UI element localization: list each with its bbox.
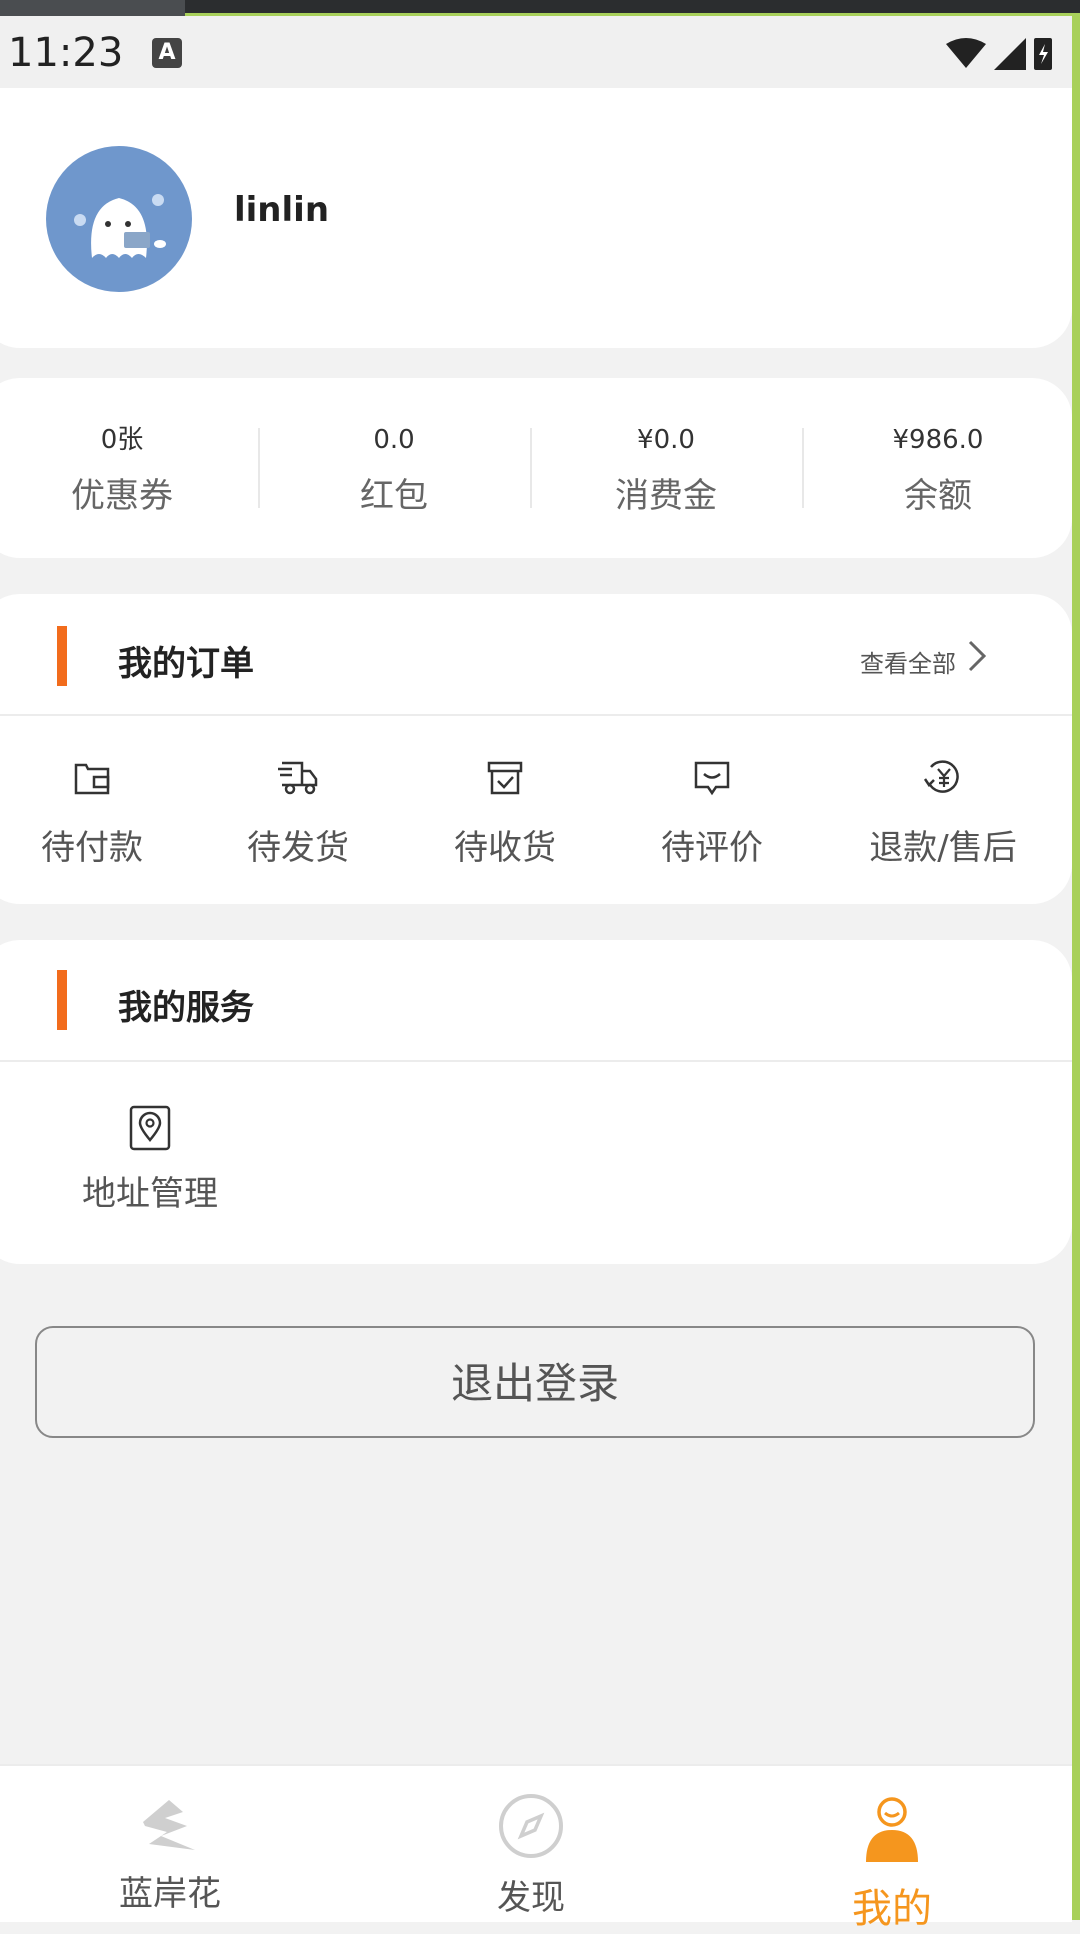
orders-title: 我的订单 <box>118 644 254 684</box>
signal-icon <box>994 38 1026 70</box>
order-label: 退款/售后 <box>869 828 1017 868</box>
wallet-icon <box>74 763 110 795</box>
asset-label: 余额 <box>904 476 972 516</box>
service-address-management[interactable]: 地址管理 <box>50 1104 250 1215</box>
status-time: 11:23 <box>8 30 124 76</box>
logout-button[interactable]: 退出登录 <box>35 1326 1035 1438</box>
order-label: 待付款 <box>41 828 143 868</box>
order-pending-shipment[interactable]: 待发货 <box>198 754 398 869</box>
asset-coupons[interactable]: 0张 优惠券 <box>0 420 258 517</box>
notification-app-icon: A <box>152 38 182 68</box>
asset-label: 消费金 <box>615 476 717 516</box>
tab-discover[interactable]: 发现 <box>421 1792 641 1919</box>
profile-icon <box>866 1797 918 1862</box>
order-pending-receipt[interactable]: 待收货 <box>405 754 605 869</box>
services-title: 我的服务 <box>118 988 254 1028</box>
refund-icon <box>923 760 959 793</box>
order-label: 待收货 <box>454 828 556 868</box>
order-pending-payment[interactable]: 待付款 <box>0 754 192 869</box>
wifi-icon <box>946 38 986 68</box>
section-accent-bar <box>57 970 67 1030</box>
asset-value: 0.0 <box>373 425 415 455</box>
order-label: 待发货 <box>247 828 349 868</box>
tab-home[interactable]: 蓝岸花 <box>60 1792 280 1915</box>
divider <box>0 714 1072 716</box>
tab-label: 我的 <box>852 1886 932 1932</box>
asset-label: 红包 <box>360 476 428 516</box>
tab-label: 蓝岸花 <box>119 1874 221 1914</box>
service-label: 地址管理 <box>82 1174 218 1214</box>
username[interactable]: linlin <box>234 190 329 230</box>
asset-balance[interactable]: ¥986.0 余额 <box>802 420 1074 517</box>
window-frame-top <box>0 0 1080 16</box>
section-accent-bar <box>57 626 67 686</box>
tab-mine[interactable]: 我的 <box>782 1796 1002 1934</box>
order-pending-review[interactable]: 待评价 <box>612 754 812 869</box>
status-icons <box>946 38 1052 70</box>
asset-red-packet[interactable]: 0.0 红包 <box>258 420 530 517</box>
truck-icon <box>278 761 318 795</box>
asset-value: ¥0.0 <box>637 425 695 455</box>
see-all-orders-link[interactable]: 查看全部 <box>860 644 956 679</box>
compass-icon <box>499 1794 563 1858</box>
asset-label: 优惠券 <box>71 476 173 516</box>
comment-icon <box>694 761 730 796</box>
order-refund[interactable]: 退款/售后 <box>843 754 1043 869</box>
location-icon <box>129 1105 171 1151</box>
tab-label: 发现 <box>497 1878 565 1918</box>
avatar[interactable] <box>46 146 192 292</box>
asset-consumption[interactable]: ¥0.0 消费金 <box>530 420 802 517</box>
order-label: 待评价 <box>661 828 763 868</box>
chevron-right-icon[interactable] <box>966 638 988 674</box>
status-bar: 11:23 A <box>0 16 1072 88</box>
home-logo-icon <box>143 1800 195 1850</box>
asset-value: 0张 <box>100 425 144 455</box>
window-frame-right <box>1072 16 1080 1920</box>
asset-value: ¥986.0 <box>892 425 984 455</box>
divider <box>0 1060 1072 1062</box>
box-icon <box>487 761 523 795</box>
